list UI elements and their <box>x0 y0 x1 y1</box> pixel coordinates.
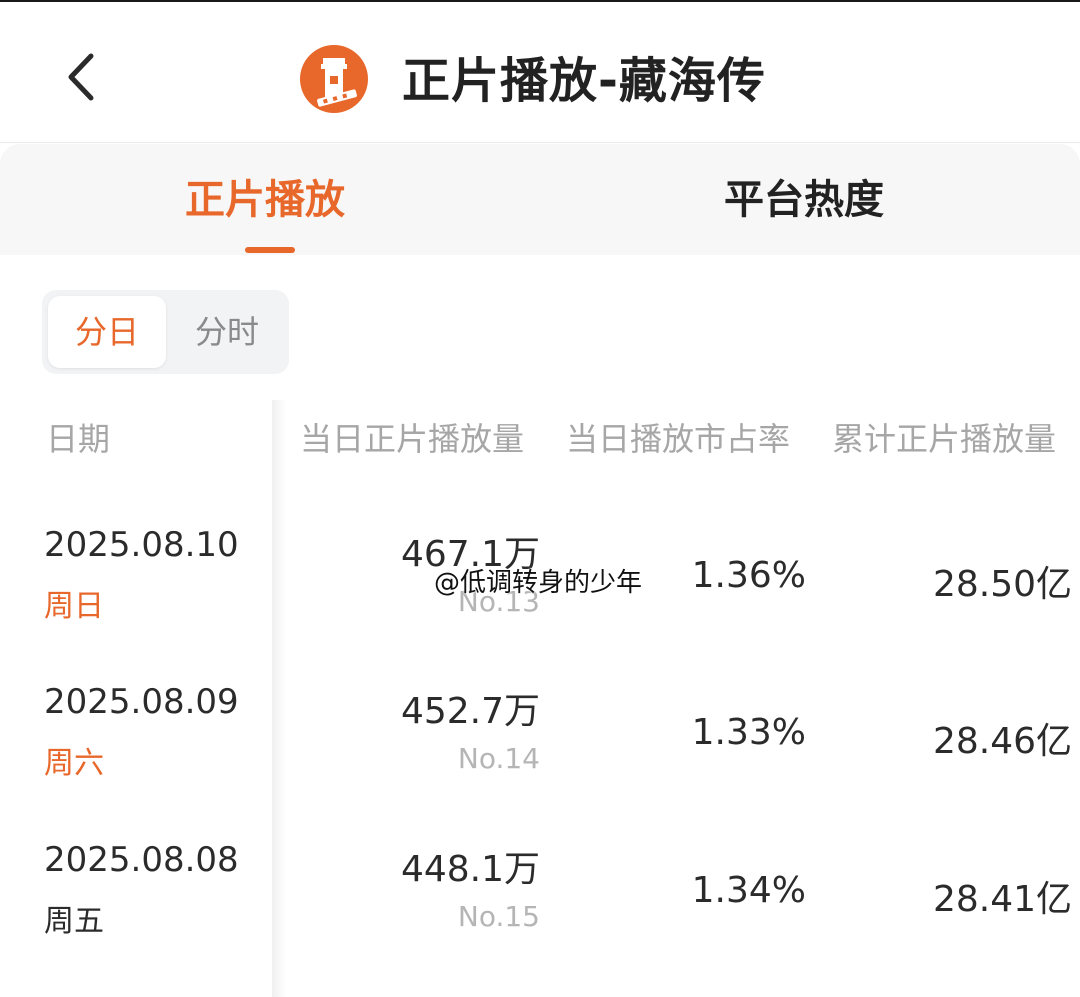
row-total-plays: 28.50亿 <box>932 564 1072 605</box>
row-date: 2025.08.09 <box>44 682 239 722</box>
row-date: 2025.08.10 <box>44 525 239 565</box>
row-total-plays: 28.41亿 <box>932 879 1072 920</box>
header-daily-plays: 当日正片播放量 <box>300 420 525 458</box>
row-weekday: 周五 <box>44 904 104 939</box>
table-row[interactable]: 2025.08.08 周五 448.1万 No.15 1.34% 28.41亿 <box>0 820 1080 970</box>
segment-by-day[interactable]: 分日 <box>48 296 166 368</box>
row-daily-share: 1.34% <box>691 870 806 911</box>
tab-bar: 正片播放 平台热度 <box>0 144 1080 255</box>
user-watermark: @低调转身的少年 <box>434 568 643 598</box>
header-date: 日期 <box>46 420 111 458</box>
tab-platform-heat[interactable]: 平台热度 <box>724 170 884 230</box>
row-daily-plays: 448.1万 <box>400 849 540 890</box>
tab-episode-plays[interactable]: 正片播放 <box>185 170 345 230</box>
row-rank: No.14 <box>457 742 540 775</box>
chevron-left-icon <box>68 53 94 101</box>
tower-film-logo <box>299 44 369 114</box>
row-total-plays: 28.46亿 <box>932 721 1072 762</box>
page-title: 正片播放-藏海传 <box>402 53 766 109</box>
top-bar: 正片播放-藏海传 <box>0 0 1080 143</box>
time-granularity-toggle: 分日 分时 <box>42 290 289 374</box>
row-weekday: 周六 <box>44 746 104 781</box>
segment-by-hour[interactable]: 分时 <box>172 296 282 368</box>
table-row[interactable]: 2025.08.09 周六 452.7万 No.14 1.33% 28.46亿 <box>0 662 1080 812</box>
row-daily-share: 1.36% <box>691 555 806 596</box>
row-weekday: 周日 <box>44 589 104 624</box>
active-tab-indicator <box>245 247 295 253</box>
row-rank: No.15 <box>457 900 540 933</box>
row-date: 2025.08.08 <box>44 840 239 880</box>
row-daily-plays: 452.7万 <box>400 691 540 732</box>
row-daily-share: 1.33% <box>691 712 806 753</box>
back-button[interactable] <box>50 42 110 112</box>
header-total-plays: 累计正片播放量 <box>832 420 1057 458</box>
header-daily-share: 当日播放市占率 <box>566 420 791 458</box>
